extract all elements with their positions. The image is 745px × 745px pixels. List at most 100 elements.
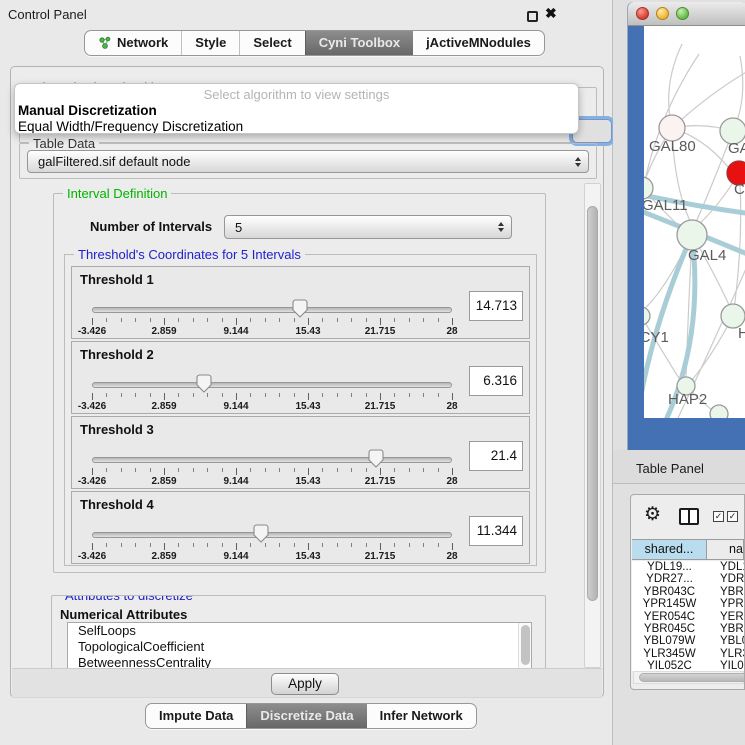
apply-button[interactable]: Apply bbox=[271, 673, 339, 695]
name-cell[interactable]: YLR3 bbox=[707, 648, 744, 660]
threshold-slider-track[interactable] bbox=[92, 532, 452, 538]
network-node-GCY1[interactable] bbox=[644, 307, 650, 325]
threshold-value-field[interactable]: 21.4 bbox=[469, 441, 523, 471]
network-canvas[interactable]: GAL80GACGAL11GAL4GCY1HHAP2 bbox=[644, 26, 745, 418]
shared-name-cell[interactable]: YBL079W bbox=[632, 635, 707, 647]
table-row[interactable]: YIL052CYIL0 bbox=[632, 660, 744, 671]
threshold-slider-track[interactable] bbox=[92, 307, 452, 313]
slider-tick bbox=[164, 318, 165, 325]
number-of-intervals-combobox[interactable]: 5 bbox=[224, 215, 512, 239]
slider-tick bbox=[294, 393, 295, 397]
slider-tick bbox=[92, 468, 93, 475]
checkbox-icon[interactable]: ✓ bbox=[713, 511, 724, 522]
name-cell[interactable]: YIL0 bbox=[707, 660, 744, 671]
table-row[interactable]: YBR043CYBR0 bbox=[632, 586, 744, 598]
slider-tick bbox=[394, 393, 395, 397]
bottom-tab-bar: Impute Data Discretize Data Infer Networ… bbox=[145, 703, 477, 729]
slider-tick bbox=[294, 468, 295, 472]
slider-tick bbox=[337, 318, 338, 322]
threshold-slider-thumb[interactable] bbox=[253, 524, 269, 543]
shared-name-cell[interactable]: YPR145W bbox=[632, 598, 707, 610]
shared-name-cell[interactable]: YBR045C bbox=[632, 623, 707, 635]
tab-network[interactable]: Network bbox=[85, 31, 181, 55]
threshold-value-field[interactable]: 6.316 bbox=[469, 366, 523, 396]
checkbox-icon[interactable]: ✓ bbox=[727, 511, 738, 522]
slider-tick bbox=[394, 318, 395, 322]
network-icon bbox=[98, 36, 112, 50]
slider-tick-label: 21.715 bbox=[365, 401, 396, 412]
name-cell[interactable]: YBL0 bbox=[707, 635, 744, 647]
tab-discretize-data[interactable]: Discretize Data bbox=[246, 704, 366, 728]
slider-tick bbox=[193, 393, 194, 397]
slider-tick-label: 15.43 bbox=[295, 326, 320, 337]
threshold-slider-thumb[interactable] bbox=[292, 299, 308, 318]
settings-vertical-scrollbar[interactable] bbox=[584, 183, 601, 668]
tab-jactivemnodules[interactable]: jActiveMNodules bbox=[413, 31, 544, 55]
column-header-name[interactable]: na bbox=[707, 540, 744, 559]
slider-tick-label: -3.426 bbox=[78, 476, 106, 487]
shared-name-cell[interactable]: YER054C bbox=[632, 611, 707, 623]
table-row[interactable]: YLR345WYLR3 bbox=[632, 648, 744, 660]
tab-cyni-toolbox[interactable]: Cyni Toolbox bbox=[305, 31, 413, 55]
threshold-value-field[interactable]: 11.344 bbox=[469, 516, 523, 546]
float-window-icon[interactable] bbox=[527, 11, 538, 22]
algorithm-option-equal-width[interactable]: Equal Width/Frequency Discretization bbox=[15, 119, 578, 134]
threshold-slider-thumb[interactable] bbox=[368, 449, 384, 468]
tab-impute-data[interactable]: Impute Data bbox=[146, 704, 246, 728]
threshold-value-field[interactable]: 14.713 bbox=[469, 291, 523, 321]
shared-name-cell[interactable]: YIL052C bbox=[632, 660, 707, 671]
shared-name-cell[interactable]: YDR27... bbox=[632, 573, 707, 585]
slider-tick bbox=[452, 468, 453, 475]
slider-tick-label: 2.859 bbox=[151, 326, 176, 337]
zoom-traffic-light-icon[interactable] bbox=[676, 7, 689, 20]
numerical-attribute-item[interactable]: TopologicalCoefficient bbox=[68, 639, 531, 655]
threshold-slider-track[interactable] bbox=[92, 382, 452, 388]
slider-tick bbox=[250, 393, 251, 397]
name-cell[interactable]: YER0 bbox=[707, 611, 744, 623]
slider-tick-label: -3.426 bbox=[78, 401, 106, 412]
table-row[interactable]: YER054CYER0 bbox=[632, 611, 744, 623]
table-horizontal-scrollbar[interactable] bbox=[633, 671, 744, 684]
numerical-attribute-item[interactable]: SelfLoops bbox=[68, 623, 531, 639]
tab-select[interactable]: Select bbox=[239, 31, 304, 55]
network-node-node-bottom[interactable] bbox=[710, 405, 728, 418]
algorithm-option-manual[interactable]: Manual Discretization bbox=[15, 103, 578, 119]
attributes-scrollbar-thumb[interactable] bbox=[521, 625, 530, 665]
slider-ticks bbox=[92, 318, 452, 326]
table-data-combobox[interactable]: galFiltered.sif default node bbox=[27, 150, 589, 173]
table-row[interactable]: YBL079WYBL0 bbox=[632, 635, 744, 647]
table-row[interactable]: YDR27...YDR2 bbox=[632, 573, 744, 585]
numerical-attribute-item[interactable]: BetweennessCentrality bbox=[68, 655, 531, 668]
slider-tick bbox=[322, 468, 323, 472]
close-icon[interactable]: ✖ bbox=[545, 5, 557, 22]
gear-icon[interactable]: ⚙ bbox=[644, 505, 661, 524]
slider-tick bbox=[438, 543, 439, 547]
shared-name-cell[interactable]: YLR345W bbox=[632, 648, 707, 660]
close-traffic-light-icon[interactable] bbox=[636, 7, 649, 20]
name-cell[interactable]: YDR2 bbox=[707, 573, 744, 585]
minimize-traffic-light-icon[interactable] bbox=[656, 7, 669, 20]
table-row[interactable]: YPR145WYPR1 bbox=[632, 598, 744, 610]
slider-tick bbox=[351, 318, 352, 322]
table-scrollbar-thumb[interactable] bbox=[639, 673, 745, 682]
attributes-list-scrollbar[interactable] bbox=[518, 623, 531, 668]
network-node-GAL4[interactable] bbox=[677, 220, 707, 250]
threshold-slider-track[interactable] bbox=[92, 457, 452, 463]
threshold-label: Threshold 4 bbox=[80, 497, 154, 512]
table-row[interactable]: YDL19...YDL1 bbox=[632, 561, 744, 573]
table-row[interactable]: YBR045CYBR0 bbox=[632, 623, 744, 635]
name-cell[interactable]: YBR0 bbox=[707, 586, 744, 598]
column-header-shared-name[interactable]: shared... bbox=[632, 540, 707, 559]
network-window-titlebar[interactable] bbox=[628, 2, 745, 26]
tab-style[interactable]: Style bbox=[181, 31, 239, 55]
shared-name-cell[interactable]: YBR043C bbox=[632, 586, 707, 598]
shared-name-cell[interactable]: YDL19... bbox=[632, 561, 707, 573]
column-layout-icon[interactable] bbox=[679, 508, 699, 525]
name-cell[interactable]: YBR0 bbox=[707, 623, 744, 635]
threshold-slider-thumb[interactable] bbox=[196, 374, 212, 393]
tab-infer-network[interactable]: Infer Network bbox=[367, 704, 476, 728]
threshold-label: Threshold 1 bbox=[80, 272, 154, 287]
settings-scrollbar-thumb[interactable] bbox=[587, 206, 598, 601]
name-cell[interactable]: YPR1 bbox=[707, 598, 744, 610]
name-cell[interactable]: YDL1 bbox=[707, 561, 744, 573]
